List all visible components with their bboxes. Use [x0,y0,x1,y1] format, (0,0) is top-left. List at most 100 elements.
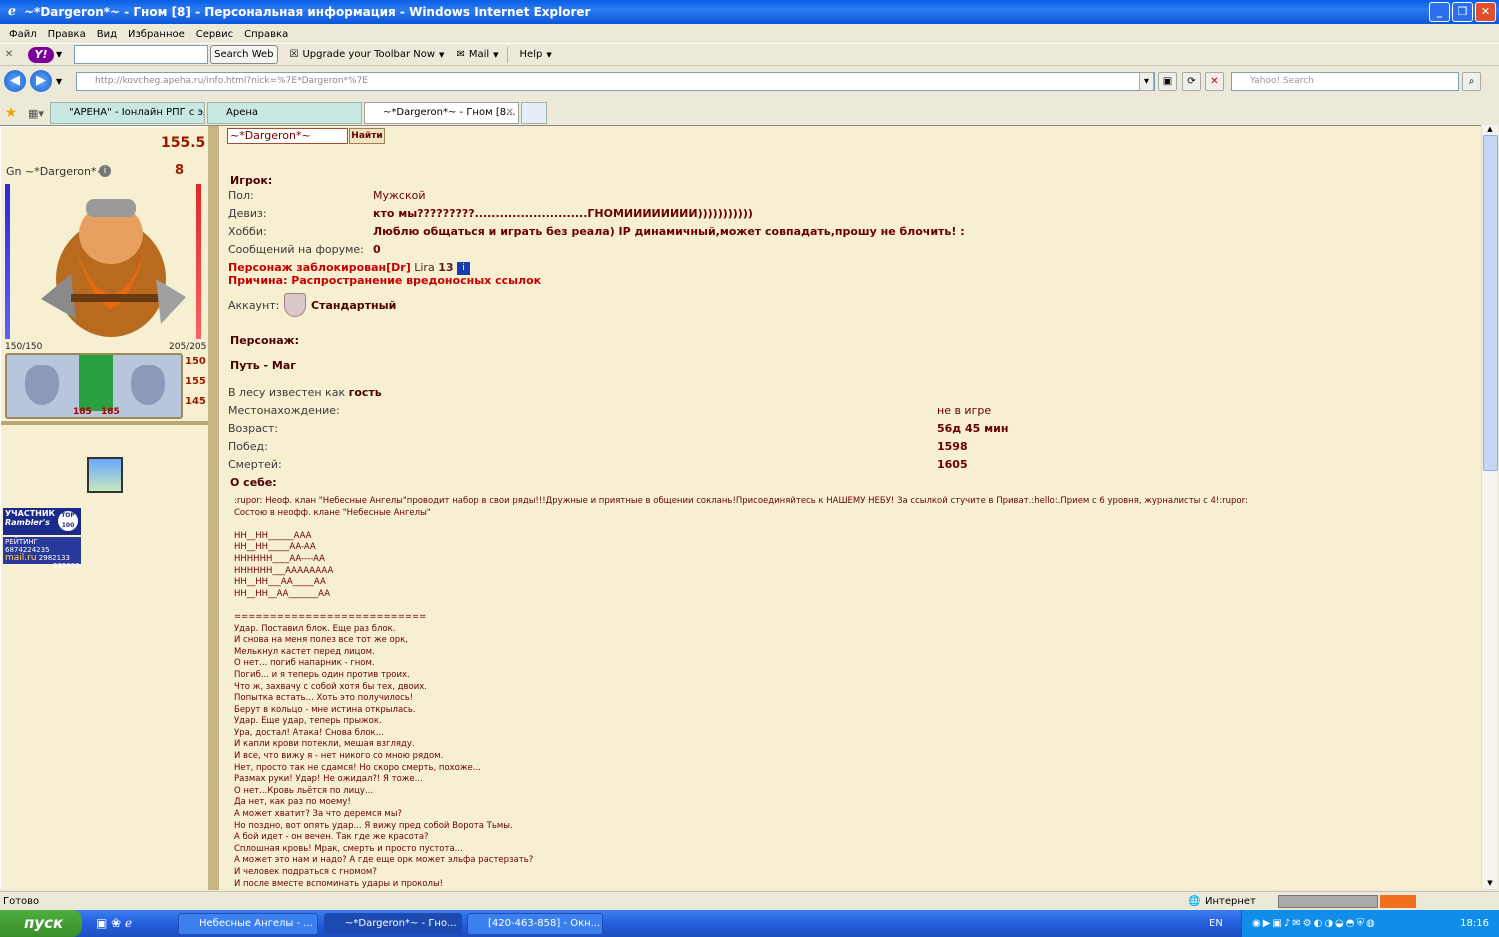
maximize-button[interactable]: ❐ [1452,2,1473,22]
age-value: 56д 45 мин [937,422,1009,435]
account-value: Стандартный [311,299,397,312]
minimize-button[interactable]: _ [1429,2,1450,22]
shield-right-icon[interactable] [131,365,165,405]
gender-value: Мужской [373,189,426,202]
taskbar: пуск ▣ ❀ ℯ Небесные Ангелы - ... ~*Darge… [0,910,1499,937]
zone-text: Интернет [1205,896,1256,907]
chevron-down-icon: ▼ [439,50,445,59]
stop-icon[interactable]: ✕ [1205,72,1224,91]
address-input[interactable]: http://kovcheg.apeha.ru/info.html?nick=%… [76,72,1155,91]
stat-bottom-1: 185 [73,407,92,417]
system-tray: ◉▶▣♪✉⚙◐◑◒◓⛨◍ 18:16 [1241,910,1499,937]
upgrade-toolbar-button[interactable]: ☒ Upgrade your Toolbar Now ▼ [290,49,445,60]
scroll-up-icon[interactable]: ▲ [1482,125,1498,135]
account-label: Аккаунт: [228,299,280,312]
equipment-panel: 185 185 [5,353,183,419]
mail-label: Mail [468,49,490,60]
rambler-top100-badge[interactable]: УЧАСТНИК Rambler's TOP 100 [3,508,81,535]
forest-prefix: В лесу известен как [228,386,346,399]
upgrade-label: Upgrade your Toolbar Now [302,49,436,60]
tab-label: ~*Dargeron*~ - Гном [8... [383,107,516,118]
start-button[interactable]: пуск [0,910,82,937]
location-value: не в игре [937,404,992,417]
dwarf-avatar [41,199,186,337]
scroll-thumb[interactable] [1483,135,1498,471]
tab-arena[interactable]: Арена [207,102,362,124]
hobby-label: Хобби: [228,225,267,238]
nick-search-input[interactable]: ~*Dargeron*~ [227,128,348,144]
mail-icon: ✉ [456,49,465,60]
quicklaunch-icons[interactable]: ▣ ❀ ℯ [96,916,132,930]
menu-favorites[interactable]: Избранное [125,29,193,40]
refresh-icon[interactable]: ⟳ [1182,72,1201,91]
menu-view[interactable]: Вид [94,29,125,40]
mana-bar [196,184,201,339]
scroll-down-icon[interactable]: ▼ [1482,879,1498,889]
menu-help[interactable]: Справка [241,29,296,40]
yahoo-logo-icon[interactable]: Y! [28,46,54,63]
vertical-scrollbar[interactable]: ▲ ▼ [1481,125,1498,889]
new-tab-button[interactable] [521,102,547,124]
tray-icons[interactable]: ◉▶▣♪✉⚙◐◑◒◓⛨◍ [1242,918,1377,929]
task-icq-window[interactable]: [420-463-858] - Окн... [467,913,603,935]
tab-dargeron[interactable]: ~*Dargeron*~ - Гном [8... ✕ [364,102,519,124]
figure-icon [79,355,113,411]
mana-value: 205/205 [169,342,207,352]
find-button[interactable]: Найти [349,128,385,144]
window-titlebar: ℯ ~*Dargeron*~ - Гном [8] - Персональная… [0,0,1499,24]
tab-arena-rpg[interactable]: "АРЕНА" - Іонлайн РПГ с эл... [50,102,205,124]
help-button[interactable]: Help ▼ [520,49,552,60]
media-display [1380,895,1416,908]
forest-status: гость [348,386,382,399]
status-bar: Готово 🌐 Интернет [0,891,1499,910]
shield-left-icon[interactable] [25,365,59,405]
mail-button[interactable]: ✉ Mail ▼ [456,49,498,60]
tab-close-icon[interactable]: ✕ [506,103,514,123]
wins-label: Побед: [228,440,268,453]
clock: 18:16 [1460,918,1489,929]
info-icon[interactable]: i [99,165,111,177]
gender-label: Пол: [228,189,254,202]
menu-file[interactable]: Файл [6,29,45,40]
blocked-by[interactable]: Lira [414,261,434,274]
task-label: ~*Dargeron*~ - Гно... [345,918,457,929]
favorites-star-icon[interactable]: ★ [0,105,22,121]
menu-tools[interactable]: Сервис [193,29,241,40]
quick-tabs-icon[interactable]: ▦▾ [22,107,50,120]
task-dargeron[interactable]: ~*Dargeron*~ - Гно... [324,913,462,935]
forward-button[interactable]: ▶ [30,70,52,92]
yahoo-menu-chevron-icon[interactable]: ▼ [56,50,62,59]
block-reason: Причина: Распространение вредоносных ссы… [228,274,542,287]
window-title: ~*Dargeron*~ - Гном [8] - Персональная и… [24,5,591,19]
search-icon[interactable]: ⌕ [1462,72,1481,91]
stat-bottom-2: 185 [101,407,120,417]
mailru-rating-badge[interactable]: РЕЙТИНГ 6874224235 mail.ru 2982133 232929 [3,537,81,570]
back-button[interactable]: ◀ [4,70,26,92]
help-label: Help [519,49,543,60]
toolbar-close-icon[interactable]: ✕ [0,49,18,60]
search-web-button[interactable]: Search Web [210,45,278,64]
menu-edit[interactable]: Правка [45,29,94,40]
close-button[interactable]: ✕ [1475,2,1496,22]
blocked-level: 13 [438,261,454,274]
posts-value: 0 [373,243,381,256]
about-header: О себе: [230,476,277,489]
compat-view-icon[interactable]: ▣ [1158,72,1177,91]
panel-separator [208,126,218,890]
menu-bar: Файл Правка Вид Избранное Сервис Справка [0,26,1499,43]
history-chevron-icon[interactable]: ▼ [56,77,62,86]
character-panel: 155.5 Gn ~*Dargeron*~ i 8 150/150 205/20… [1,127,208,889]
yahoo-search-input[interactable] [74,45,209,64]
media-controls[interactable] [1278,895,1378,908]
address-dropdown-icon[interactable]: ▾ [1139,72,1154,91]
wins-value: 1598 [937,440,968,453]
task-label: Небесные Ангелы - ... [199,918,313,929]
mail-rating-n3: 232929 [53,562,80,570]
character-nick: Gn ~*Dargeron*~ [6,165,106,178]
stat-2: 155 [185,376,206,387]
guild-icon[interactable] [87,457,123,493]
info-icon[interactable]: i [457,261,470,275]
language-indicator[interactable]: EN [1209,910,1223,937]
yahoo-search-box[interactable]: Yahoo! Search [1231,72,1459,91]
task-nebesnye-angely[interactable]: Небесные Ангелы - ... [178,913,318,935]
